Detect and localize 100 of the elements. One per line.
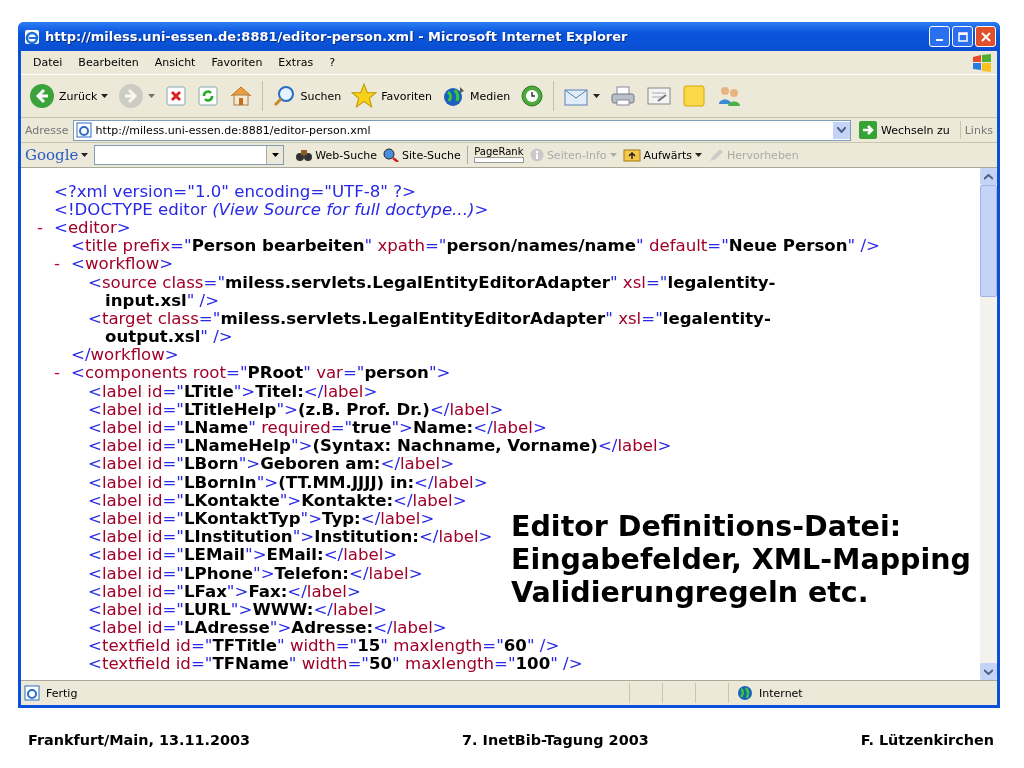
footer-text: F. Lützenkirchen xyxy=(860,732,994,748)
menu-item[interactable]: Favoriten xyxy=(203,56,271,69)
people-icon xyxy=(716,84,743,108)
page-icon xyxy=(24,685,40,701)
footer-text: 7. InetBib-Tagung 2003 xyxy=(462,732,649,748)
status-text: Fertig xyxy=(46,686,78,700)
xml-line: <target class="miless.servlets.LegalEntityEditorAdapter" xsl="legalentity- xyxy=(88,308,771,328)
house-icon xyxy=(229,84,254,108)
binoculars-icon xyxy=(296,148,313,162)
stop-icon xyxy=(165,85,188,107)
xml-line: <editor> xyxy=(54,217,131,237)
chevron-down-icon xyxy=(984,668,993,675)
xml-line: <label id="LTitle">Titel:</label> xyxy=(88,381,378,401)
caret-icon xyxy=(101,94,109,98)
xml-line: <label id="LInstitution">Institution:</label> xyxy=(88,527,493,547)
security-zone-text: Internet xyxy=(759,686,803,700)
xml-line: <label id="LAdresse">Adresse:</label> xyxy=(88,618,447,638)
sticky-note-icon xyxy=(682,84,707,108)
collapse-toggle[interactable]: - xyxy=(54,363,60,383)
xml-line: <label id="LBornIn">(TT.MM.JJJJ) in:</label> xyxy=(88,472,488,492)
caption-text: Editor Definitions-Datei: xyxy=(511,510,903,543)
google-toolbar-button[interactable]: Aufwärts xyxy=(622,148,702,162)
go-button[interactable]: Wechseln zu xyxy=(854,121,961,139)
address-label: Adresse xyxy=(25,123,69,137)
xml-line: <label id="LURL">WWW:</label> xyxy=(88,599,387,619)
caret-icon xyxy=(81,153,89,157)
chevron-up-icon xyxy=(984,173,993,180)
google-toolbar-button[interactable]: Web-Suche xyxy=(296,148,378,162)
menu-item[interactable]: Bearbeiten xyxy=(70,56,147,69)
globe-icon xyxy=(737,685,753,701)
xml-line: <source class="miless.servlets.LegalEntityEditorAdapter" xsl="legalentity- xyxy=(88,272,776,292)
chevron-down-icon xyxy=(836,127,846,133)
menu-item[interactable]: Extras xyxy=(270,56,322,69)
xml-line: <label id="LKontaktTyp">Typ:</label> xyxy=(88,508,435,528)
caption-text: Validierungregeln etc. xyxy=(511,576,870,609)
caret-icon xyxy=(593,94,601,98)
xml-line: <label id="LKontakte">Kontakte:</label> xyxy=(88,490,467,510)
xml-line: <label id="LEMail">EMail:</label> xyxy=(88,545,398,565)
footer-text: Frankfurt/Main, 13.11.2003 xyxy=(28,732,250,748)
browser-logo-icon xyxy=(24,28,40,45)
xml-line: <?xml version="1.0" encoding="UTF-8" ?> xyxy=(54,181,416,201)
scroll-down-button[interactable] xyxy=(980,663,997,680)
magnifier-icon xyxy=(383,148,400,162)
printer-icon xyxy=(610,85,637,107)
close-button[interactable] xyxy=(975,26,996,47)
caret-icon xyxy=(695,153,702,157)
windows-flag-icon xyxy=(971,53,993,72)
collapse-toggle[interactable]: - xyxy=(37,217,43,237)
xml-line: <label id="LFax">Fax:</label> xyxy=(88,581,361,601)
document-pencil-icon xyxy=(646,85,673,107)
star-icon xyxy=(351,83,378,109)
close-icon xyxy=(980,31,991,42)
highlighter-icon xyxy=(708,148,724,162)
right-arrow-icon xyxy=(858,121,877,139)
address-field[interactable]: http://miless.uni-essen.de:8881/editor-person.xml xyxy=(72,119,851,141)
refresh-icon xyxy=(197,85,220,107)
maximize-icon xyxy=(957,31,968,42)
window-title: http://miless.uni-essen.de:8881/editor-person.xml - Microsoft Internet Explorer xyxy=(45,29,629,44)
scrollbar-thumb[interactable] xyxy=(980,185,997,297)
scroll-up-button[interactable] xyxy=(980,168,997,185)
xml-line: <title prefix="Person bearbeiten" xpath="person/names/name" default="Neue Person" /> xyxy=(71,236,880,256)
xml-line: <workflow> xyxy=(71,254,174,274)
caret-icon xyxy=(271,153,279,157)
xml-line: <label id="LPhone">Telefon:</label> xyxy=(88,563,423,583)
search-icon xyxy=(272,84,297,108)
caption-text: Eingabefelder, XML-Mapping xyxy=(511,543,971,576)
xml-line: <label id="LNameHelp">(Syntax: Nachname, Vorname)</label> xyxy=(88,436,672,456)
links-button[interactable]: Links xyxy=(964,123,997,137)
collapse-toggle[interactable]: - xyxy=(54,254,60,274)
menu-item[interactable]: ? xyxy=(321,56,343,69)
xml-line: <components root="PRoot" var="person"> xyxy=(71,363,451,383)
info-icon xyxy=(529,148,544,162)
minimize-icon xyxy=(936,38,943,41)
menu-item[interactable]: Ansicht xyxy=(146,56,204,69)
search-field[interactable] xyxy=(94,145,285,165)
xml-line: input.xsl" /> xyxy=(105,290,220,310)
xml-line: output.xsl" /> xyxy=(105,327,233,347)
dropdown-button[interactable] xyxy=(832,121,850,139)
caret-icon xyxy=(609,153,617,157)
caret-icon xyxy=(148,94,156,98)
maximize-button[interactable] xyxy=(952,26,973,47)
toolbar-button[interactable]: Suchen xyxy=(268,82,346,110)
toolbar-button[interactable]: Favoriten xyxy=(347,81,437,111)
xml-line: <textfield id="TFName" width="50" maxlength="100" /> xyxy=(88,654,583,674)
xml-line: <textfield id="TFTitle" width="15" maxlength="60" /> xyxy=(88,636,560,656)
menu-item[interactable]: Datei xyxy=(25,56,71,69)
google-logo-button[interactable]: Google xyxy=(25,146,89,164)
toolbar-button[interactable]: Medien xyxy=(438,82,515,110)
minimize-button[interactable] xyxy=(929,26,950,47)
xml-line: <label id="LTitleHelp">(z.B. Prof. Dr.)</label> xyxy=(88,399,504,419)
xml-line: </workflow> xyxy=(71,345,179,365)
vertical-scrollbar[interactable] xyxy=(980,168,997,680)
pagerank-meter[interactable]: PageRank xyxy=(473,147,524,163)
folder-up-icon xyxy=(622,148,641,162)
globe-icon xyxy=(442,84,467,108)
xml-line: <label id="LBorn">Geboren am:</label> xyxy=(88,454,455,474)
page-icon xyxy=(75,122,92,138)
xml-line: <label id="LName" required="true">Name:</label> xyxy=(88,418,547,438)
google-toolbar-button[interactable]: Site-Suche xyxy=(383,148,461,162)
toolbar-button[interactable]: Zurück xyxy=(25,81,113,111)
